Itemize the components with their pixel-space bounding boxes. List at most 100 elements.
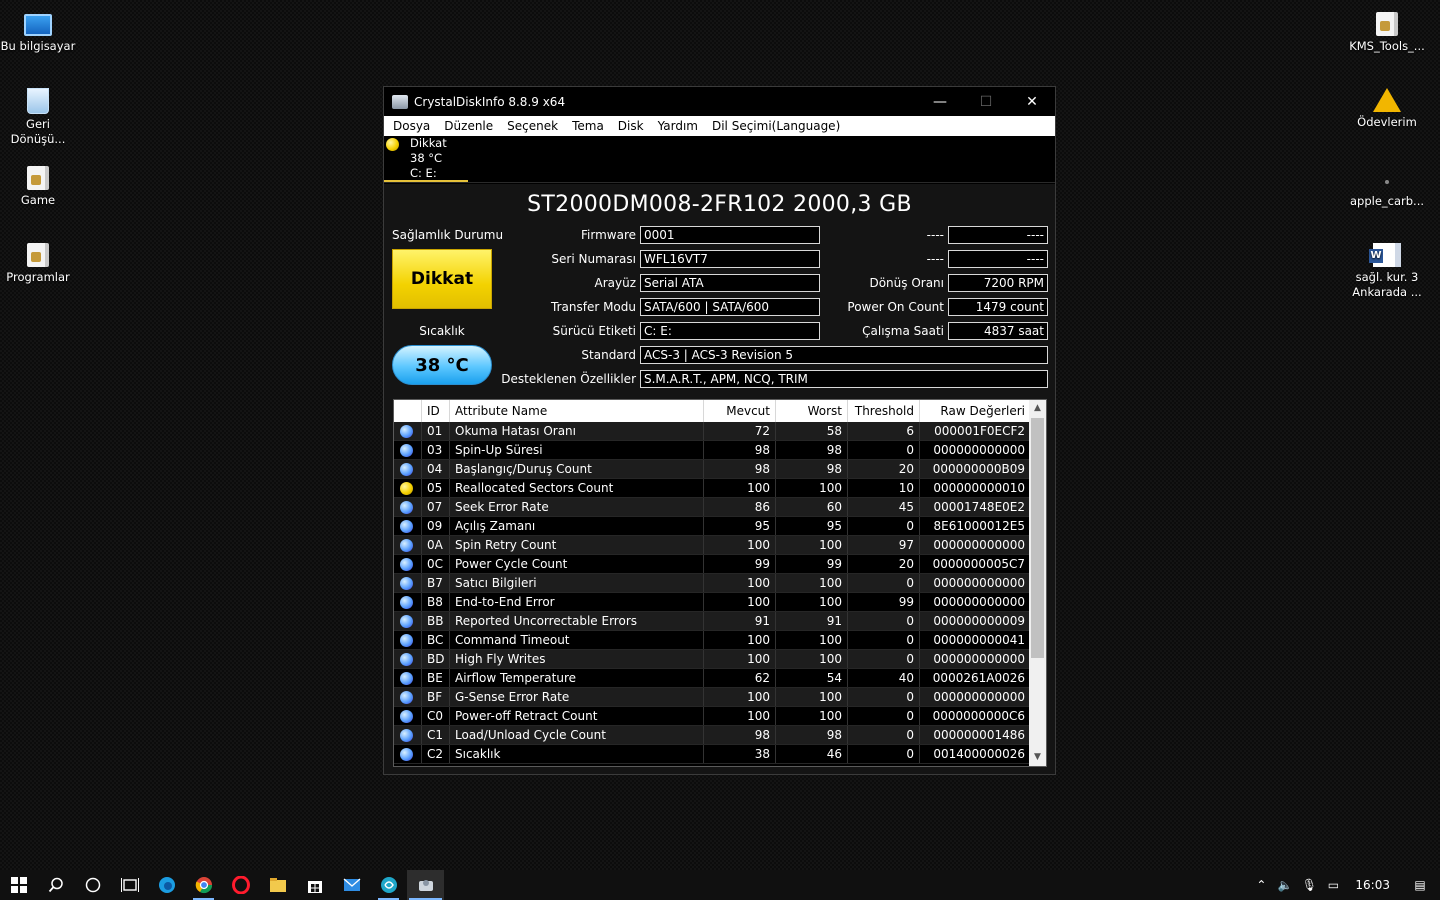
good-status-icon: [400, 463, 413, 476]
current-value: 100: [704, 574, 776, 592]
menu-tema[interactable]: Tema: [565, 119, 611, 133]
column-header-attribute[interactable]: Attribute Name: [450, 400, 704, 422]
health-status-button[interactable]: Dikkat: [392, 249, 492, 309]
close-button[interactable]: ✕: [1009, 87, 1055, 116]
network-icon[interactable]: ▭: [1321, 878, 1345, 892]
column-header-current[interactable]: Mevcut: [704, 400, 776, 422]
chrome-button[interactable]: [185, 870, 222, 900]
status-cell: [394, 574, 422, 592]
cortana-button[interactable]: [74, 870, 111, 900]
maximize-button[interactable]: ☐: [963, 87, 1009, 116]
minimize-button[interactable]: —: [917, 87, 963, 116]
table-row[interactable]: 04 Başlangıç/Duruş Count 98 98 20 000000000B0…: [394, 460, 1046, 479]
desktop-icon-odevlerim[interactable]: Ödevlerim: [1349, 84, 1425, 130]
attribute-name: High Fly Writes: [450, 650, 704, 668]
table-row[interactable]: 05 Reallocated Sectors Count 100 100 10 00000…: [394, 479, 1046, 498]
title-bar[interactable]: CrystalDiskInfo 8.8.9 x64 — ☐ ✕: [384, 87, 1055, 116]
search-button[interactable]: [37, 870, 74, 900]
table-header: ID Attribute Name Mevcut Worst Threshold…: [394, 400, 1046, 422]
column-header-worst[interactable]: Worst: [776, 400, 848, 422]
attribute-name: Seek Error Rate: [450, 498, 704, 516]
task-view-button[interactable]: [111, 870, 148, 900]
menu-disk[interactable]: Disk: [611, 119, 651, 133]
threshold-value: 97: [848, 536, 920, 554]
desktop-icon-recycle-bin[interactable]: Geri Dönüşü...: [0, 84, 76, 147]
threshold-value: 0: [848, 517, 920, 535]
table-row[interactable]: BB Reported Uncorrectable Errors 91 91 0 0000…: [394, 612, 1046, 631]
attribute-id: B7: [422, 574, 450, 592]
table-row[interactable]: BE Airflow Temperature 62 54 40 0000261A0026: [394, 669, 1046, 688]
table-row[interactable]: B8 End-to-End Error 100 100 99 000000000000: [394, 593, 1046, 612]
column-header-status[interactable]: [394, 400, 422, 422]
menu-yardim[interactable]: Yardım: [651, 119, 705, 133]
table-row[interactable]: 0C Power Cycle Count 99 99 20 0000000005C7: [394, 555, 1046, 574]
store-button[interactable]: [296, 870, 333, 900]
blank-field-1: ----: [948, 226, 1048, 244]
table-row[interactable]: 0A Spin Retry Count 100 100 97 000000000000: [394, 536, 1046, 555]
system-tray: ⌃ 🔈 🎙 ▭ 16:03 ▤: [1249, 870, 1440, 900]
vertical-scrollbar[interactable]: ▲ ▼: [1029, 400, 1046, 766]
good-status-icon: [400, 729, 413, 742]
table-row[interactable]: 09 Açılış Zamanı 95 95 0 8E61000012E5: [394, 517, 1046, 536]
good-status-icon: [400, 596, 413, 609]
menu-language[interactable]: Dil Seçimi(Language): [705, 119, 847, 133]
rotation-label: Dönüş Oranı: [869, 276, 944, 290]
clock[interactable]: 16:03: [1345, 878, 1400, 892]
scroll-down-icon[interactable]: ▼: [1029, 749, 1046, 766]
table-row[interactable]: 01 Okuma Hatası Oranı 72 58 6 000001F0ECF2: [394, 422, 1046, 441]
edge-button[interactable]: [148, 870, 185, 900]
column-header-threshold[interactable]: Threshold: [848, 400, 920, 422]
scroll-up-icon[interactable]: ▲: [1029, 400, 1046, 417]
table-row[interactable]: BD High Fly Writes 100 100 0 000000000000: [394, 650, 1046, 669]
chevron-up-icon[interactable]: ⌃: [1249, 878, 1273, 892]
volume-icon[interactable]: 🔈: [1273, 878, 1297, 892]
start-button[interactable]: [0, 870, 37, 900]
table-row[interactable]: C0 Power-off Retract Count 100 100 0 00000000…: [394, 707, 1046, 726]
desktop-icon-word-doc[interactable]: sağl. kur. 3 Ankarada ...: [1349, 239, 1425, 300]
warning-icon: [1373, 88, 1401, 112]
disk-tab[interactable]: Dikkat 38 °C C: E:: [384, 136, 468, 182]
table-row[interactable]: BC Command Timeout 100 100 0 000000000041: [394, 631, 1046, 650]
microphone-icon[interactable]: 🎙: [1297, 878, 1321, 892]
file-explorer-button[interactable]: [259, 870, 296, 900]
table-row[interactable]: C2 Sıcaklık 38 46 0 001400000026: [394, 745, 1046, 764]
menu-duzenle[interactable]: Düzenle: [437, 119, 500, 133]
desktop-icon-apple-carb[interactable]: apple_carb...: [1349, 162, 1425, 209]
scrollbar-thumb[interactable]: [1031, 418, 1044, 658]
menu-secenek[interactable]: Seçenek: [500, 119, 565, 133]
table-row[interactable]: B7 Satıcı Bilgileri 100 100 0 000000000000: [394, 574, 1046, 593]
file-explorer-icon: [269, 878, 286, 892]
raw-value: 000000000041: [920, 631, 1031, 649]
app-icon: [380, 877, 397, 893]
disk-tab-temp: 38 °C: [410, 151, 443, 165]
current-value: 100: [704, 688, 776, 706]
table-row[interactable]: 03 Spin-Up Süresi 98 98 0 000000000000: [394, 441, 1046, 460]
desktop-icon-this-pc[interactable]: Bu bilgisayar: [0, 8, 76, 54]
features-label: Desteklenen Özellikler: [501, 372, 636, 386]
notification-icon[interactable]: ▤: [1400, 878, 1440, 892]
raw-value: 8E61000012E5: [920, 517, 1031, 535]
good-status-icon: [400, 577, 413, 590]
threshold-value: 40: [848, 669, 920, 687]
desktop-icon-game[interactable]: Game: [0, 162, 76, 208]
current-value: 62: [704, 669, 776, 687]
status-cell: [394, 498, 422, 516]
desktop-icon-programlar[interactable]: Programlar: [0, 239, 76, 285]
column-header-raw[interactable]: Raw Değerleri: [920, 400, 1031, 422]
status-cell: [394, 536, 422, 554]
menu-dosya[interactable]: Dosya: [386, 119, 437, 133]
crystaldiskinfo-taskbar-button[interactable]: [407, 870, 444, 900]
app-button[interactable]: [370, 870, 407, 900]
taskbar: ⌃ 🔈 🎙 ▭ 16:03 ▤: [0, 870, 1440, 900]
temperature-button[interactable]: 38 °C: [392, 345, 492, 385]
raw-value: 000000000000: [920, 593, 1031, 611]
opera-button[interactable]: [222, 870, 259, 900]
mail-button[interactable]: [333, 870, 370, 900]
table-row[interactable]: C1 Load/Unload Cycle Count 98 98 0 0000000014…: [394, 726, 1046, 745]
raw-value: 000000000000: [920, 536, 1031, 554]
file-icon: [1385, 180, 1389, 184]
table-row[interactable]: BF G-Sense Error Rate 100 100 0 000000000000: [394, 688, 1046, 707]
table-row[interactable]: 07 Seek Error Rate 86 60 45 00001748E0E2: [394, 498, 1046, 517]
column-header-id[interactable]: ID: [422, 400, 450, 422]
desktop-icon-kms-tools[interactable]: KMS_Tools_...: [1349, 8, 1425, 54]
